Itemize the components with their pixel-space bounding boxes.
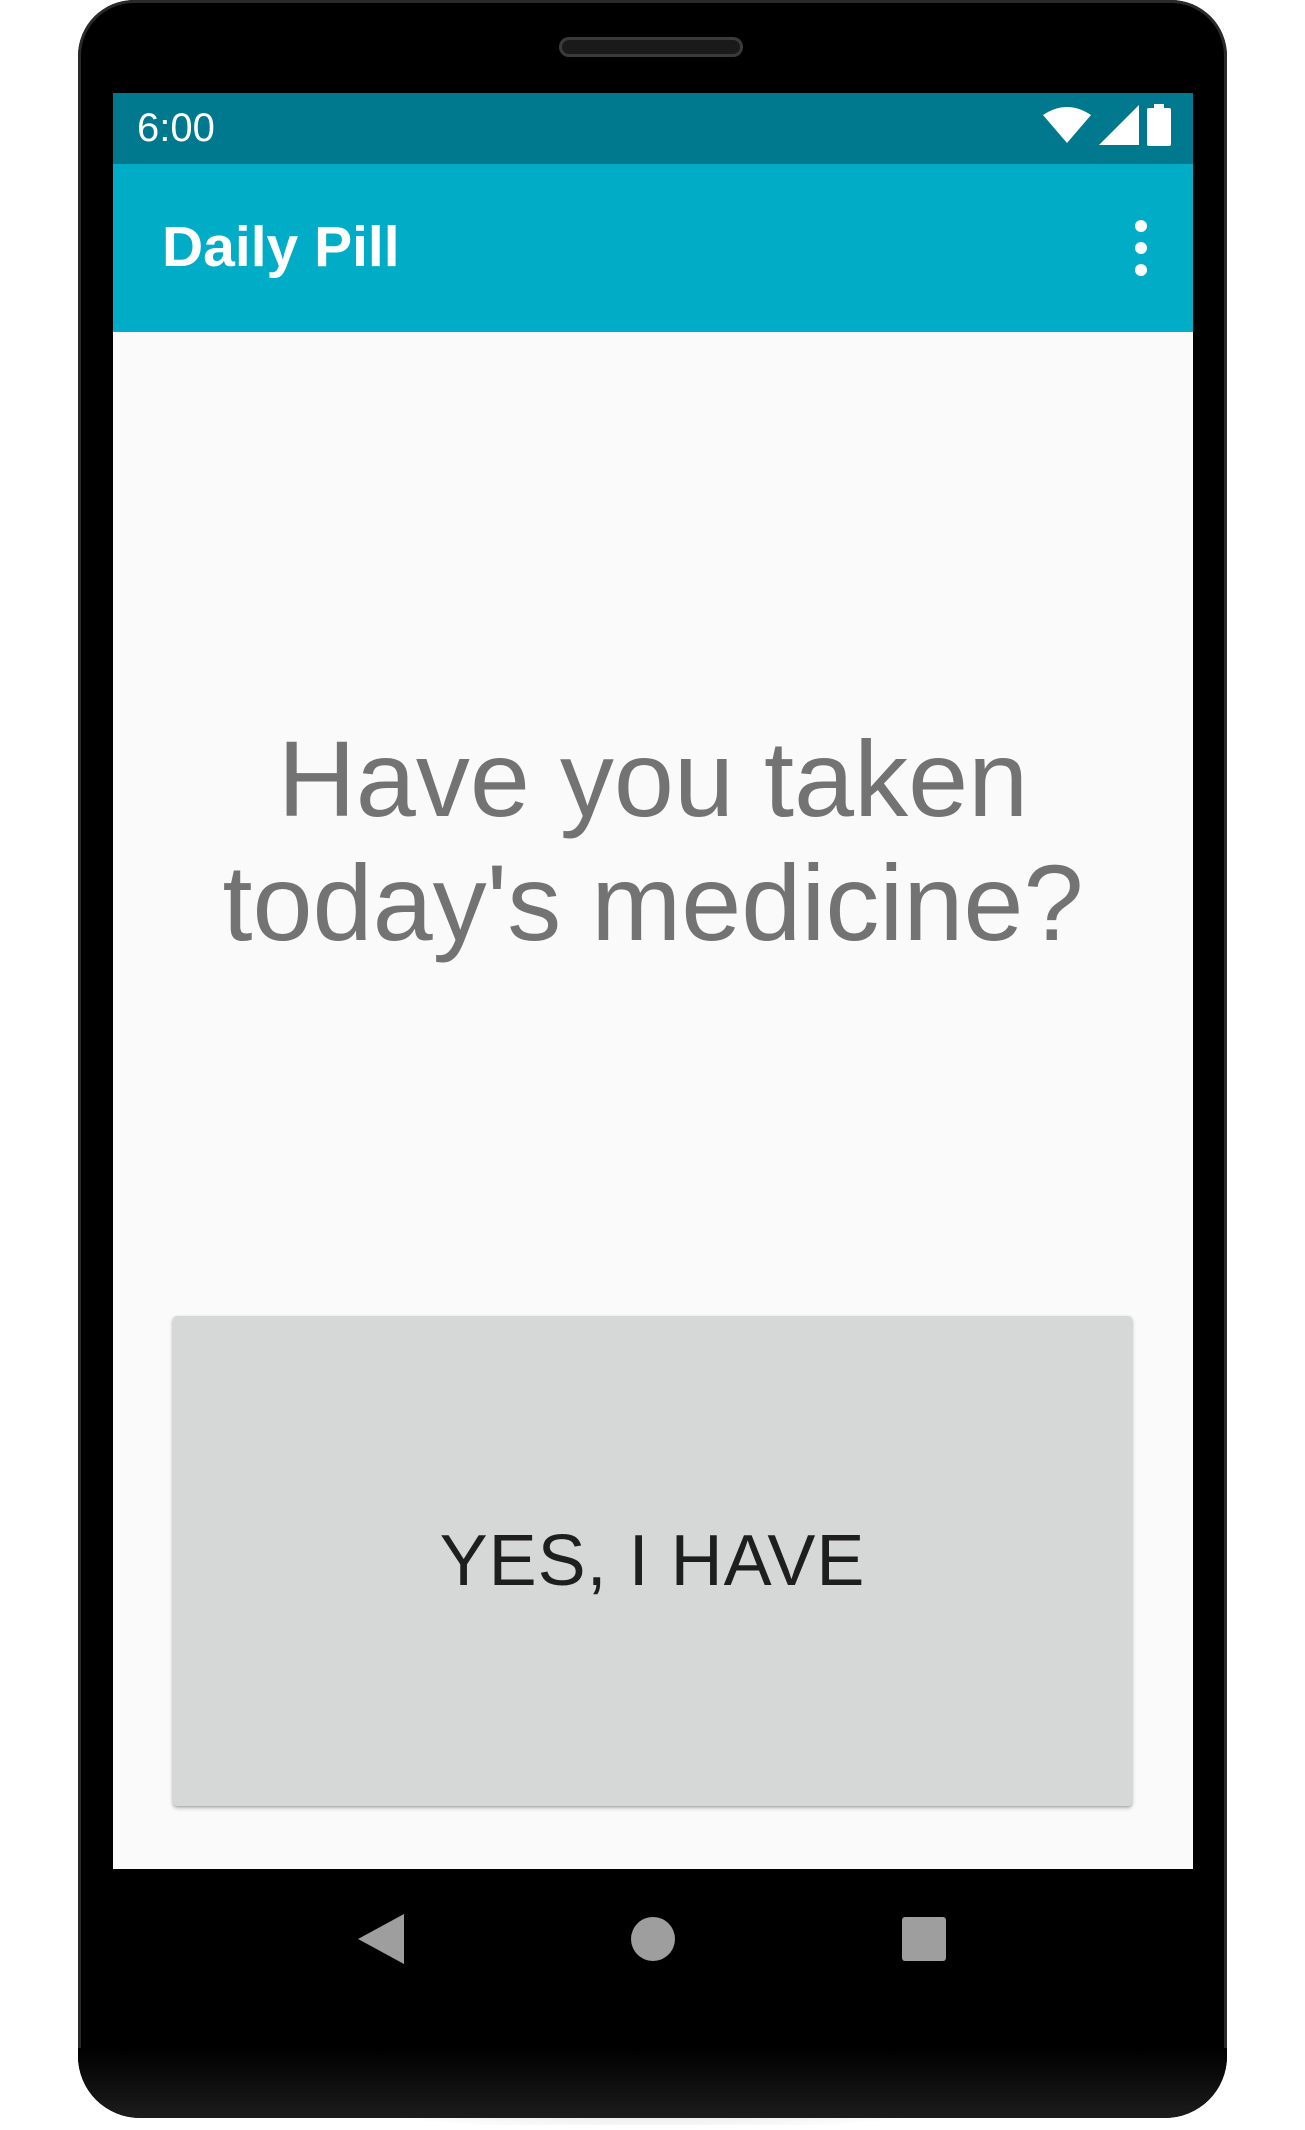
phone-frame-bottom	[78, 2048, 1227, 2118]
recents-icon[interactable]	[892, 1907, 956, 1971]
app-title: Daily Pill	[162, 215, 400, 279]
status-bar: 6:00	[113, 93, 1193, 164]
yes-i-have-button[interactable]: YES, I HAVE	[173, 1316, 1132, 1806]
earpiece-speaker	[559, 37, 743, 57]
back-icon[interactable]	[349, 1907, 413, 1971]
more-vert-icon[interactable]	[1129, 218, 1153, 278]
navigation-bar	[113, 1869, 1193, 2009]
status-icons	[1043, 103, 1171, 150]
status-time: 6:00	[137, 106, 215, 150]
main-content: Have you taken today's medicine? YES, I …	[113, 332, 1193, 1869]
cell-signal-icon	[1099, 104, 1139, 150]
phone-screen: 6:00 Daily Pill Have you taken today's m…	[113, 93, 1193, 1869]
battery-icon	[1147, 103, 1171, 151]
home-icon[interactable]	[621, 1907, 685, 1971]
app-bar: Daily Pill	[113, 164, 1193, 332]
wifi-icon	[1043, 106, 1091, 148]
medicine-question: Have you taken today's medicine?	[222, 718, 1084, 963]
